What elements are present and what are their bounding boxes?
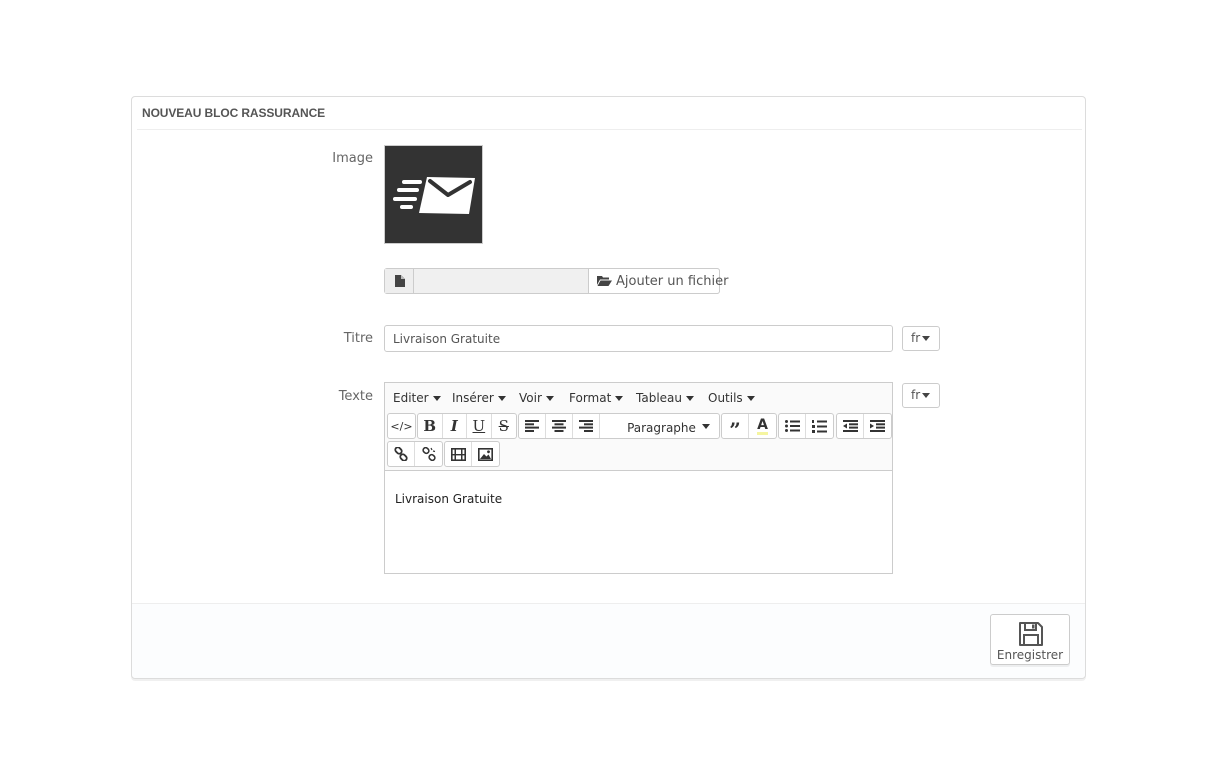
add-file-label: Ajouter un fichier	[616, 274, 729, 289]
align-center-icon	[552, 420, 566, 432]
chevron-down-icon	[497, 396, 506, 401]
add-file-button[interactable]: Ajouter un fichier	[588, 268, 728, 294]
media-group	[444, 441, 500, 467]
image-icon	[478, 447, 493, 461]
save-button[interactable]: Enregistrer	[990, 614, 1070, 665]
align-right-icon	[579, 420, 593, 432]
menu-outils[interactable]: Outils	[708, 391, 755, 405]
save-icon	[1019, 622, 1043, 646]
link-icon	[394, 447, 408, 461]
align-right-button[interactable]	[573, 414, 600, 438]
underline-button[interactable]: U	[467, 414, 492, 438]
title-lang-dropdown[interactable]: fr	[902, 326, 940, 351]
numbered-list-button[interactable]	[806, 414, 833, 438]
chevron-down-icon	[922, 393, 931, 398]
text-lang-value: fr	[911, 388, 921, 402]
chevron-down-icon	[545, 396, 554, 401]
image-preview	[384, 145, 483, 244]
unlink-icon	[421, 447, 436, 461]
editor-menubar: Editer Insérer Voir Format Tableau Outil…	[385, 383, 892, 411]
bullet-list-button[interactable]	[779, 414, 806, 438]
rich-text-editor: Editer Insérer Voir Format Tableau Outil…	[384, 382, 893, 574]
code-icon: </>	[390, 419, 413, 433]
numbered-list-icon	[812, 419, 827, 433]
align-center-button[interactable]	[546, 414, 573, 438]
folder-open-icon	[597, 275, 612, 287]
panel-title: NOUVEAU BLOC RASSURANCE	[142, 106, 326, 120]
insert-image-button[interactable]	[472, 442, 499, 466]
text-style-group: B I U S	[417, 413, 517, 439]
chevron-down-icon	[615, 396, 624, 401]
insert-video-button[interactable]	[445, 442, 472, 466]
chevron-down-icon	[922, 336, 931, 341]
list-group	[778, 413, 834, 439]
text-lang-dropdown[interactable]: fr	[902, 383, 940, 408]
blockquote-button[interactable]: ”	[722, 414, 749, 442]
film-icon	[450, 447, 466, 461]
text-color-button[interactable]: A	[749, 414, 776, 438]
quote-color-group: ” A	[721, 413, 777, 442]
text-label: Texte	[338, 389, 373, 404]
indent-icon	[870, 420, 885, 432]
menu-editer[interactable]: Editer	[393, 391, 441, 405]
save-label: Enregistrer	[996, 648, 1064, 662]
menu-voir[interactable]: Voir	[519, 391, 554, 405]
file-icon	[385, 269, 414, 293]
file-name-field[interactable]	[414, 269, 588, 293]
rassurance-form-panel: NOUVEAU BLOC RASSURANCE Image Ajouter un…	[131, 96, 1086, 679]
indent-button[interactable]	[864, 414, 891, 438]
editor-content[interactable]: Livraison Gratuite	[395, 492, 502, 506]
indent-group	[836, 413, 892, 439]
chevron-down-icon	[702, 424, 710, 429]
underline-icon: U	[472, 417, 486, 435]
title-label: Titre	[343, 331, 373, 346]
quote-icon: ”	[729, 418, 741, 442]
text-color-icon: A	[757, 416, 768, 435]
source-code-button[interactable]: </>	[388, 414, 415, 438]
outdent-button[interactable]	[837, 414, 864, 438]
panel-heading: NOUVEAU BLOC RASSURANCE	[137, 97, 1082, 130]
italic-button[interactable]: I	[443, 414, 468, 438]
block-format-select[interactable]: Paragraphe	[600, 414, 718, 438]
chevron-down-icon	[432, 396, 441, 401]
strikethrough-icon: S	[498, 417, 509, 435]
bold-button[interactable]: B	[418, 414, 443, 438]
image-label: Image	[332, 151, 373, 166]
panel-footer: Enregistrer	[132, 603, 1085, 678]
align-left-button[interactable]	[519, 414, 546, 438]
editor-toolbar: Editer Insérer Voir Format Tableau Outil…	[385, 383, 892, 471]
code-group: </>	[387, 413, 416, 439]
envelope-fast-icon	[393, 177, 475, 214]
bullet-list-icon	[784, 420, 800, 432]
strikethrough-button[interactable]: S	[492, 414, 516, 438]
align-left-icon	[525, 420, 539, 432]
italic-icon: I	[450, 417, 458, 435]
menu-inserer[interactable]: Insérer	[452, 391, 506, 405]
link-group	[387, 441, 443, 467]
file-upload-group: Ajouter un fichier	[384, 268, 728, 294]
chevron-down-icon	[746, 396, 755, 401]
title-input[interactable]	[384, 325, 893, 352]
bold-icon: B	[423, 417, 437, 435]
menu-tableau[interactable]: Tableau	[636, 391, 694, 405]
align-group: Paragraphe	[518, 413, 720, 439]
insert-link-button[interactable]	[388, 442, 415, 466]
title-lang-value: fr	[911, 331, 921, 345]
remove-link-button[interactable]	[415, 442, 442, 466]
chevron-down-icon	[686, 396, 694, 401]
block-format-value: Paragraphe	[627, 421, 696, 435]
outdent-icon	[842, 420, 858, 432]
menu-format[interactable]: Format	[569, 391, 624, 405]
